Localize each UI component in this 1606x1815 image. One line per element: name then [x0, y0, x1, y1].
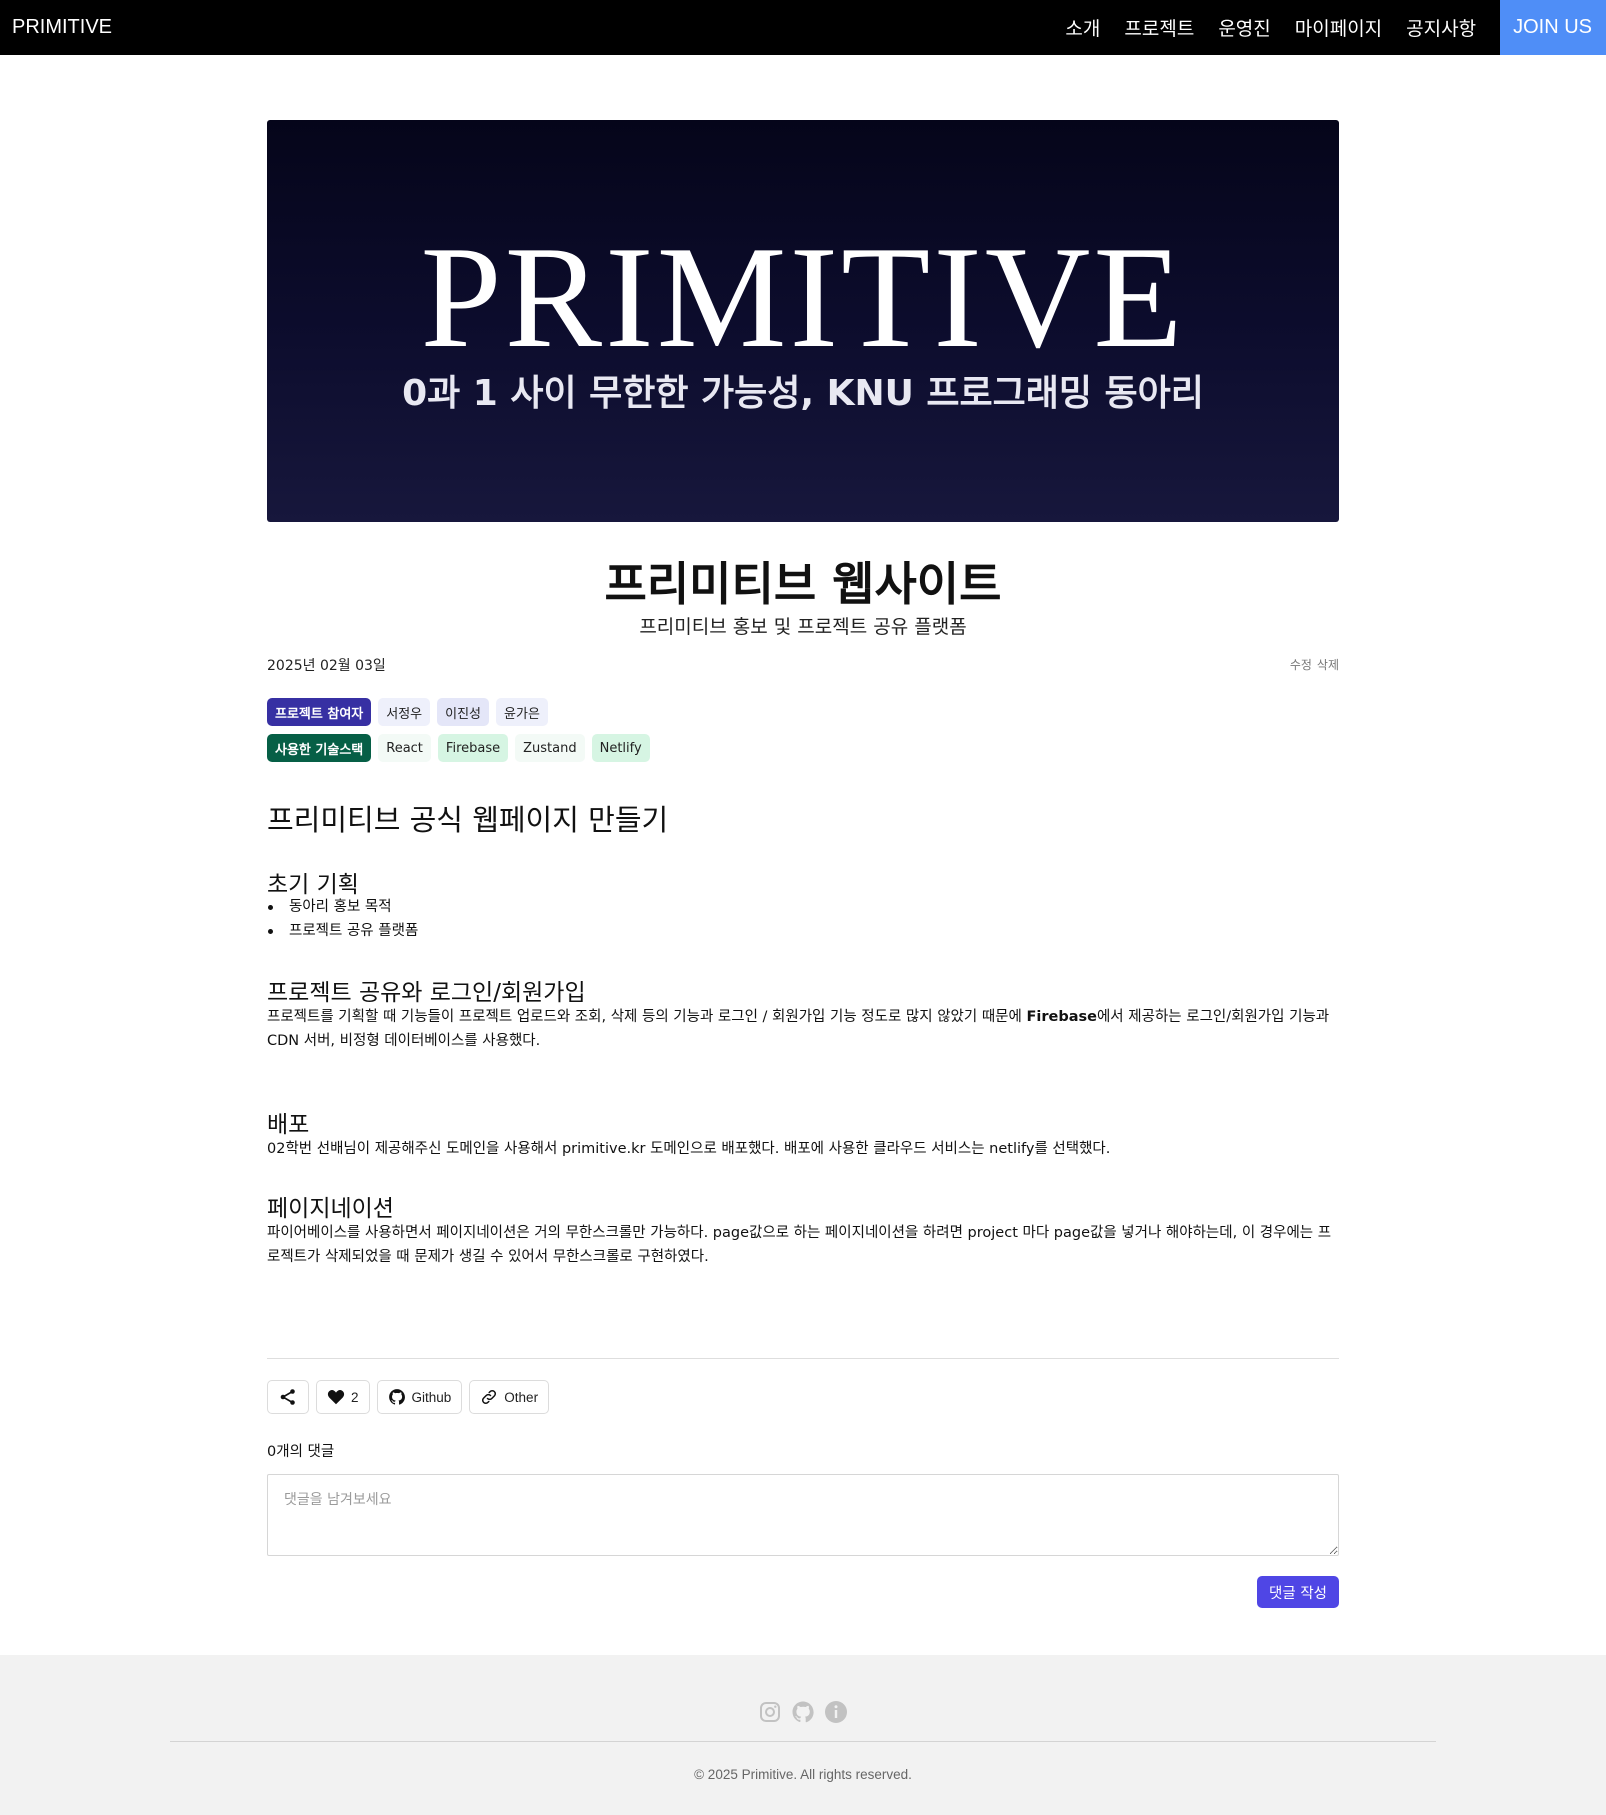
nav-item-notice[interactable]: 공지사항 — [1406, 14, 1476, 41]
auth-text-bold: Firebase — [1026, 1009, 1097, 1025]
section-title-auth: 프로젝트 공유와 로그인/회원가입 — [267, 980, 586, 1006]
section-text-auth: 프로젝트를 기획할 때 기능들이 프로젝트 업로드와 조회, 삭제 등의 기능과… — [267, 1005, 1339, 1053]
participants-header: 프로젝트 참여자 — [267, 698, 372, 726]
tech-tag: React — [378, 734, 431, 762]
post-buttons: 2 Github Other — [267, 1380, 550, 1414]
other-link-button[interactable]: Other — [469, 1380, 550, 1414]
footer-divider — [170, 1741, 1436, 1742]
join-us-button[interactable]: JOIN US — [1500, 0, 1606, 55]
comment-input[interactable] — [267, 1474, 1339, 1556]
post-subtitle: 프리미티브 홍보 및 프로젝트 공유 플랫폼 — [639, 616, 967, 638]
tech-stack-row: 사용한 기술스택 React Firebase Zustand Netlify — [267, 734, 650, 762]
delete-link[interactable]: 삭제 — [1317, 656, 1339, 673]
like-count: 2 — [351, 1389, 359, 1405]
github-icon[interactable] — [791, 1700, 815, 1728]
section-title-deploy: 배포 — [267, 1112, 310, 1138]
tech-tag: Zustand — [515, 734, 585, 762]
top-nav: PRIMITIVE 소개 프로젝트 운영진 마이페이지 공지사항 JOIN US — [0, 0, 1606, 55]
hero-title: PRIMITIVE — [420, 216, 1186, 378]
participant-tag: 윤가은 — [496, 698, 548, 726]
nav-item-mypage[interactable]: 마이페이지 — [1295, 14, 1382, 41]
tech-tag: Firebase — [437, 734, 509, 762]
hero-title-wrap: PRIMITIVE — [267, 224, 1339, 370]
section-title-planning: 초기 기획 — [267, 872, 359, 898]
hero-banner: PRIMITIVE 0과 1 사이 무한한 가능성, KNU 프로그래밍 동아리 — [267, 120, 1339, 522]
edit-link[interactable]: 수정 — [1290, 656, 1312, 673]
tech-tag: Netlify — [591, 734, 650, 762]
content-divider — [267, 1358, 1339, 1359]
section-text-deploy: 02학번 선배님이 제공해주신 도메인을 사용해서 primitive.kr 도… — [267, 1141, 1111, 1157]
nav-item-about[interactable]: 소개 — [1065, 14, 1100, 41]
post-date: 2025년 02월 03일 — [267, 658, 386, 674]
post-title: 프리미티브 웹사이트 — [604, 557, 1002, 611]
like-button[interactable]: 2 — [316, 1380, 370, 1414]
participant-tag: 이진성 — [437, 698, 490, 726]
other-label: Other — [504, 1389, 539, 1405]
instagram-icon[interactable] — [758, 1700, 782, 1728]
auth-text-part: 프로젝트를 기획할 때 기능들이 프로젝트 업로드와 조회, 삭제 등의 기능과… — [267, 1009, 1027, 1025]
participant-tag: 서정우 — [378, 698, 431, 726]
nav-item-projects[interactable]: 프로젝트 — [1124, 14, 1194, 41]
section-text-pagination: 파이어베이스를 사용하면서 페이지네이션은 거의 무한스크롤만 가능하다. pa… — [267, 1225, 1332, 1265]
list-item: 동아리 홍보 목적 — [267, 895, 418, 919]
copyright-text: © 2025 Primitive. All rights reserved. — [694, 1767, 912, 1782]
planning-list: 동아리 홍보 목적 프로젝트 공유 플랫폼 — [267, 895, 418, 943]
content-heading: 프리미티브 공식 웹페이지 만들기 — [267, 803, 669, 837]
share-icon — [278, 1387, 298, 1407]
footer: © 2025 Primitive. All rights reserved. — [0, 1655, 1606, 1815]
brand-logo[interactable]: PRIMITIVE — [0, 16, 112, 39]
share-button[interactable] — [267, 1380, 309, 1414]
github-button[interactable]: Github — [376, 1380, 463, 1414]
info-icon[interactable] — [824, 1700, 848, 1728]
section-title-pagination: 페이지네이션 — [267, 1196, 394, 1222]
post-actions: 수정 삭제 — [1290, 656, 1339, 673]
footer-icons — [0, 1700, 1606, 1728]
comment-count: 0개의 댓글 — [267, 1444, 335, 1460]
link-icon — [480, 1388, 498, 1406]
list-item: 프로젝트 공유 플랫폼 — [267, 919, 418, 943]
heart-icon — [327, 1389, 345, 1405]
participants-row: 프로젝트 참여자 서정우 이진성 윤가은 — [267, 698, 548, 726]
nav-item-staff[interactable]: 운영진 — [1218, 14, 1270, 41]
submit-comment-button[interactable]: 댓글 작성 — [1257, 1576, 1339, 1608]
nav-menu: 소개 프로젝트 운영진 마이페이지 공지사항 JOIN US — [1065, 0, 1606, 55]
github-icon — [388, 1388, 406, 1406]
github-label: Github — [411, 1389, 452, 1405]
hero-subtitle: 0과 1 사이 무한한 가능성, KNU 프로그래밍 동아리 — [402, 373, 1204, 414]
tech-stack-header: 사용한 기술스택 — [267, 734, 372, 762]
